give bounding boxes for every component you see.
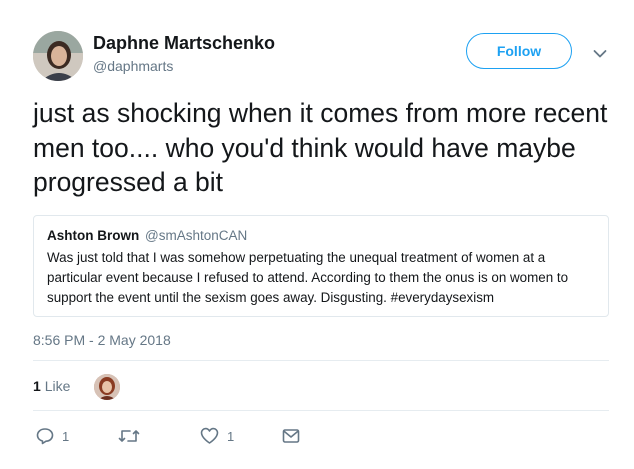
follow-button[interactable]: Follow <box>466 33 572 69</box>
divider <box>33 360 609 361</box>
like-count: 1 <box>227 428 235 444</box>
likes-label: Like <box>44 378 71 394</box>
envelope-icon <box>282 429 300 443</box>
heart-icon <box>200 427 219 444</box>
quoted-author-handle: @smAshtonCAN <box>145 228 248 243</box>
tweet-text: just as shocking when it comes from more… <box>33 98 608 197</box>
author-name[interactable]: Daphne Martschenko <box>93 33 275 54</box>
quoted-tweet-header: Ashton Brown @smAshtonCAN <box>47 228 247 243</box>
author-handle[interactable]: @daphmarts <box>93 58 173 74</box>
divider <box>33 410 609 411</box>
tweet-timestamp[interactable]: 8:56 PM - 2 May 2018 <box>33 332 171 348</box>
direct-message-button[interactable] <box>282 425 300 447</box>
chevron-down-icon[interactable] <box>593 46 607 58</box>
like-button[interactable]: 1 <box>200 425 234 447</box>
reply-button[interactable]: 1 <box>36 425 69 447</box>
likes-count[interactable]: 1 Like <box>33 378 70 394</box>
quoted-tweet-text: Was just told that I was somehow perpetu… <box>47 250 569 305</box>
quoted-author-name: Ashton Brown <box>47 228 140 243</box>
author-avatar[interactable] <box>33 31 83 81</box>
liker-avatar[interactable] <box>94 374 120 400</box>
quoted-tweet[interactable]: Ashton Brown @smAshtonCAN Was just told … <box>33 215 609 317</box>
reply-icon <box>36 428 54 445</box>
liker-photo <box>94 374 120 400</box>
retweet-button[interactable] <box>118 425 140 447</box>
avatar-photo <box>33 31 83 81</box>
likes-number: 1 <box>33 378 41 394</box>
reply-count: 1 <box>62 428 70 444</box>
retweet-icon <box>118 430 140 442</box>
